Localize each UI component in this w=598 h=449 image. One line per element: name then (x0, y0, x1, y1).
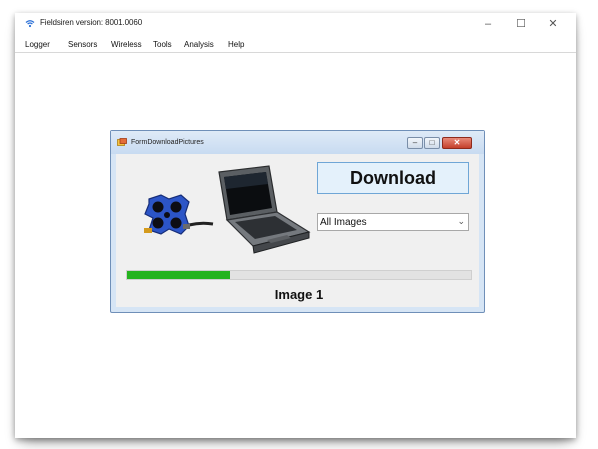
dialog-title: FormDownloadPictures (131, 139, 204, 146)
dialog-close-button[interactable]: ✕ (442, 137, 472, 149)
progress-fill (127, 271, 231, 279)
menu-wireless[interactable]: Wireless (111, 40, 142, 49)
menu-analysis[interactable]: Analysis (184, 40, 214, 49)
app-titlebar: Fieldsiren version: 8001.0060 – ☐ ✕ (15, 13, 576, 35)
logger-device (144, 194, 190, 235)
dialog-titlebar: FormDownloadPictures – □ ✕ (111, 131, 484, 154)
download-pictures-dialog: FormDownloadPictures – □ ✕ Download All … (110, 130, 485, 313)
wifi-icon (25, 20, 35, 28)
device-laptop-illustration (144, 165, 311, 254)
menu-logger[interactable]: Logger (25, 40, 50, 49)
status-label: Image 1 (274, 287, 324, 302)
chevron-down-icon[interactable]: ⌄ (457, 216, 465, 227)
menu-bar: Logger Sensors Wireless Tools Analysis H… (15, 37, 576, 53)
dialog-body: Download All Images ⌄ Image 1 (116, 154, 479, 307)
download-progress-bar (126, 270, 472, 280)
dialog-maximize-button[interactable]: □ (424, 137, 440, 149)
close-button[interactable]: ✕ (545, 16, 561, 32)
menu-tools[interactable]: Tools (153, 40, 172, 49)
minimize-button[interactable]: – (480, 16, 496, 32)
laptop-image (218, 165, 311, 254)
image-filter-select[interactable]: All Images ⌄ (317, 213, 469, 231)
form-icon (117, 138, 127, 146)
app-window: Fieldsiren version: 8001.0060 – ☐ ✕ Logg… (15, 13, 576, 438)
menu-help[interactable]: Help (228, 40, 244, 49)
select-value: All Images (320, 217, 367, 228)
app-title: Fieldsiren version: 8001.0060 (40, 18, 143, 27)
menu-sensors[interactable]: Sensors (68, 40, 97, 49)
maximize-button[interactable]: ☐ (513, 16, 529, 32)
dialog-minimize-button[interactable]: – (407, 137, 423, 149)
download-button[interactable]: Download (317, 162, 469, 194)
